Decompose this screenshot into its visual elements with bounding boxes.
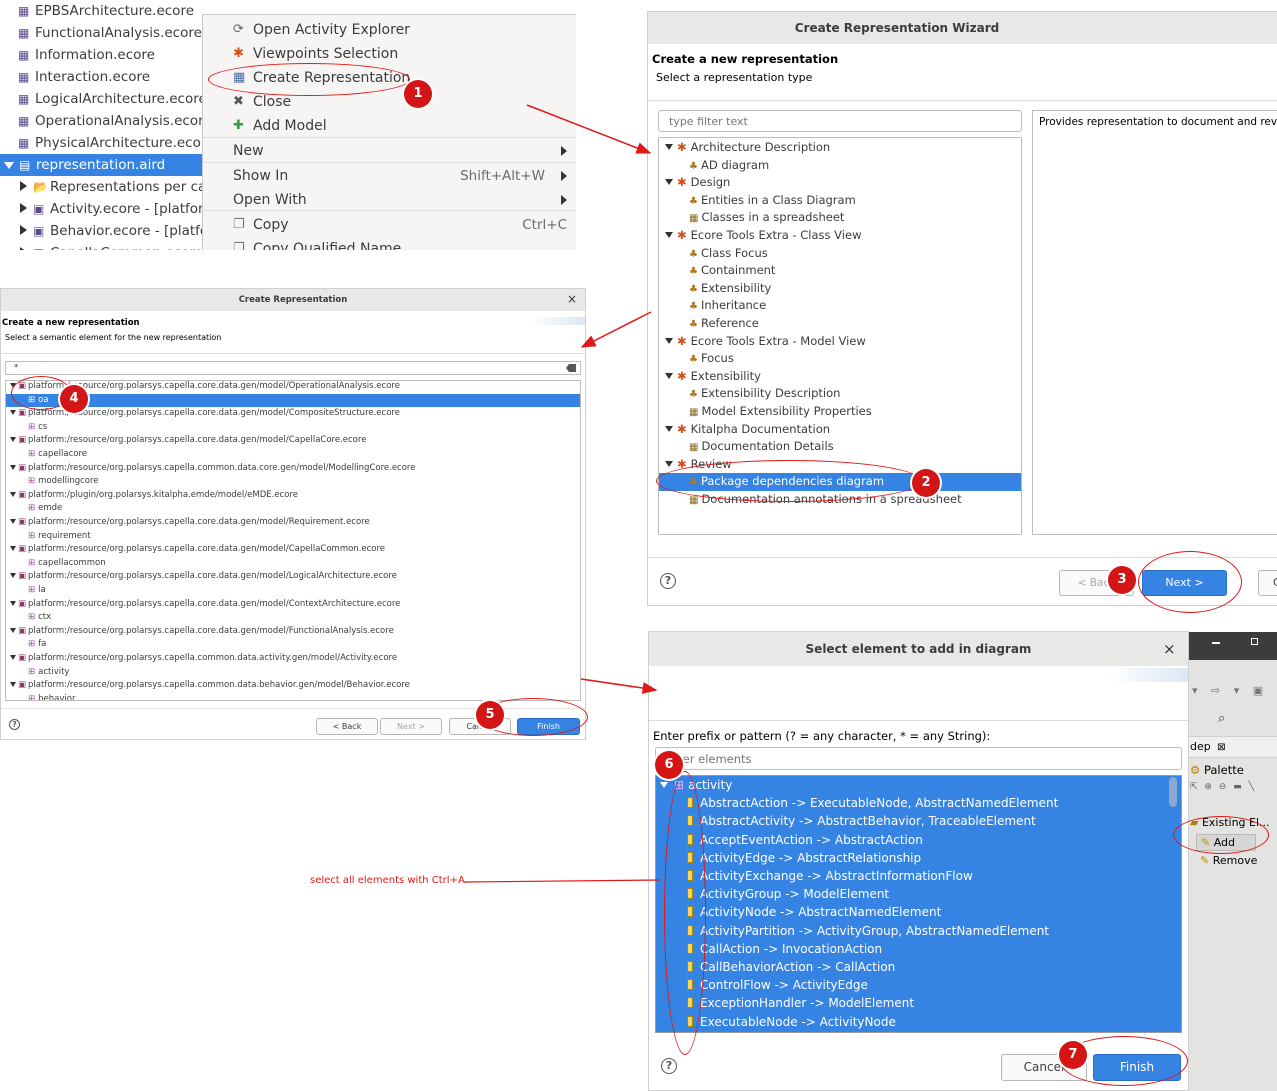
highlight-package-dependencies	[656, 460, 922, 502]
highlight-select-all	[664, 771, 706, 1055]
arrow-wizard-to-create	[580, 311, 652, 348]
arrow-menu-to-wizard	[526, 104, 652, 154]
step-badge-7: 7	[1059, 1041, 1087, 1069]
step-badge-6: 6	[655, 751, 683, 779]
highlight-add-tool	[1173, 816, 1269, 854]
step-badge-2: 2	[912, 469, 940, 497]
highlight-create-representation	[208, 63, 410, 96]
highlight-next	[1138, 551, 1242, 613]
arrow-create-to-select	[580, 678, 658, 694]
step-badge-5: 5	[476, 701, 504, 729]
step-badge-1: 1	[404, 80, 432, 108]
annotation-arrows	[463, 104, 661, 883]
note-leader-line	[463, 879, 661, 883]
step-badge-3: 3	[1108, 566, 1136, 594]
annotation-note: select all elements with Ctrl+A	[310, 875, 465, 886]
step-badge-4: 4	[60, 385, 88, 413]
